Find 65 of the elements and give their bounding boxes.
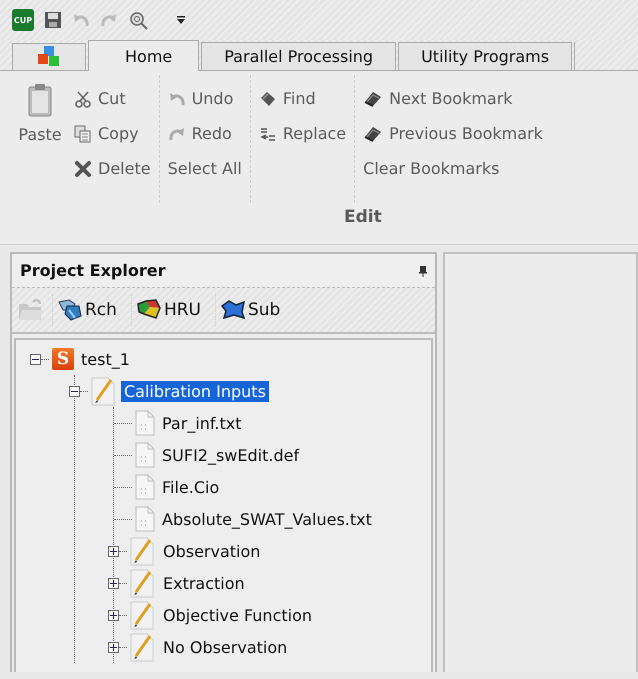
collapse-toggle[interactable] [69,386,80,396]
pencil-document-icon [130,536,156,566]
ribbon-command[interactable]: Copy [74,116,151,151]
toolbar-button[interactable]: Sub [214,294,286,326]
pencil-document-icon [91,376,117,406]
tree-item[interactable]: test_1 [78,348,133,370]
toolbar-button[interactable]: Rch [52,294,123,326]
plus-icon [109,546,118,556]
plus-icon [109,610,118,620]
ribbon-command[interactable]: Find [258,81,346,116]
expand-toggle[interactable] [108,610,119,620]
copy-icon [74,124,92,142]
save-icon[interactable] [44,11,62,29]
paste-button[interactable]: Paste [14,75,66,203]
tree-item[interactable]: Observation [160,540,264,562]
document-icon [135,410,155,436]
book-icon [363,90,384,108]
ribbon-tab[interactable]: Utility Programs [398,42,572,70]
gear-search-icon[interactable] [128,10,148,30]
document-icon [135,474,155,500]
document-icon [135,506,155,532]
group-label: Edit [343,206,382,227]
ribbon-command[interactable]: Cut [74,81,151,116]
ribbon-tab[interactable]: Home [88,40,200,71]
tree-item[interactable]: SUFI2_swEdit.def [159,444,302,466]
ribbon-tab[interactable]: Parallel Processing [201,42,396,70]
tree-item[interactable]: Absolute_SWAT_Values.txt [159,508,375,530]
map-icon [57,298,83,322]
map-icon [136,298,162,322]
tree-item[interactable]: File.Cio [159,476,222,498]
ribbon-command[interactable]: Clear Bookmarks [363,151,543,186]
document-icon [135,442,155,468]
tree-item[interactable]: Extraction [160,572,248,594]
collapse-toggle[interactable] [30,354,41,364]
pencil-document-icon [130,632,156,662]
tree-item[interactable]: Objective Function [160,604,316,626]
pin-icon[interactable] [419,264,427,276]
plus-icon [109,642,118,652]
ribbon-command[interactable]: Next Bookmark [363,81,543,116]
app-menu-button[interactable] [12,43,86,70]
project-icon: S [52,348,74,370]
book-icon [363,124,384,142]
ribbon-command[interactable]: Replace [258,116,346,151]
scissors-icon [74,90,92,108]
ribbon-command[interactable]: Select All [168,151,242,186]
expand-toggle[interactable] [108,578,119,588]
clipboard-icon [27,83,53,117]
tree-item[interactable]: Par_inf.txt [159,412,244,434]
ribbon-command[interactable]: Redo [168,116,242,151]
panel-title: Project Explorer [20,261,166,280]
pencil-document-icon [130,568,156,598]
pencil-document-icon [130,600,156,630]
delete-icon [74,160,92,178]
tree-item[interactable]: No Observation [160,636,290,658]
map-icon [220,298,246,322]
tree-item[interactable]: Calibration Inputs [121,380,269,402]
plus-icon [109,578,118,588]
toolbar-button[interactable]: HRU [130,294,207,326]
ribbon-command[interactable]: Previous Bookmark [363,116,543,151]
expand-toggle[interactable] [108,642,119,652]
ribbon-command[interactable]: Undo [168,81,242,116]
dropdown-icon[interactable] [176,15,186,25]
app-logo[interactable]: CUP [12,9,34,31]
expand-toggle[interactable] [108,546,119,556]
ribbon-command[interactable]: Delete [74,151,151,186]
